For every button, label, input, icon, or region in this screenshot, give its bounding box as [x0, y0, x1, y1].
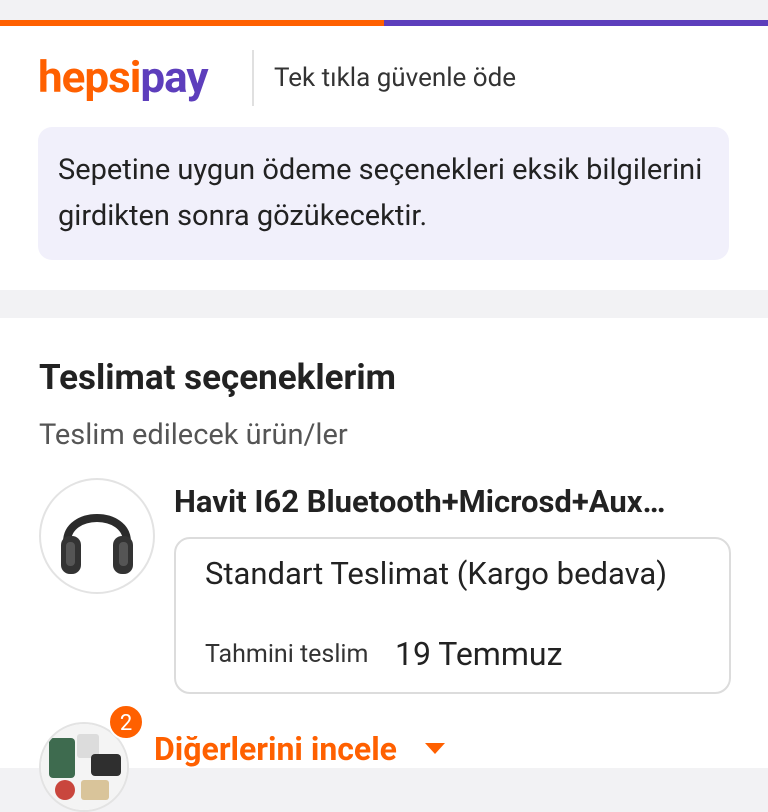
delivery-section-title: Teslimat seçeneklerim	[39, 357, 396, 398]
payment-info-message: Sepetine uygun ödeme seçenekleri eksik b…	[58, 153, 703, 233]
other-products-count-badge: 2	[108, 704, 144, 740]
headphones-icon	[61, 514, 133, 574]
delivery-section-subtitle: Teslim edilecek ürün/ler	[39, 418, 348, 452]
status-area	[0, 0, 768, 20]
logo-pay: pay	[140, 51, 208, 103]
hepsipay-logo: hepsipay	[38, 51, 209, 103]
delivery-option-card[interactable]: Standart Teslimat (Kargo bedava) Tahmini…	[174, 537, 731, 694]
product-image[interactable]	[39, 478, 155, 594]
chevron-down-icon[interactable]	[425, 743, 445, 754]
payment-info-box: Sepetine uygun ödeme seçenekleri eksik b…	[38, 127, 729, 260]
product-collage-icon	[41, 724, 127, 810]
view-others-link[interactable]: Diğerlerini incele	[154, 728, 397, 770]
delivery-option-title: Standart Teslimat (Kargo bedava)	[205, 555, 668, 592]
header-divider	[252, 50, 254, 106]
header-tagline: Tek tıkla güvenle öde	[274, 63, 517, 93]
eta-label: Tahmini teslim	[205, 640, 369, 669]
eta-date: 19 Temmuz	[395, 635, 563, 673]
section-gap	[0, 290, 768, 318]
product-name: Havit I62 Bluetooth+Microsd+Aux…	[174, 483, 666, 520]
logo-hepsi: hepsi	[38, 51, 141, 103]
